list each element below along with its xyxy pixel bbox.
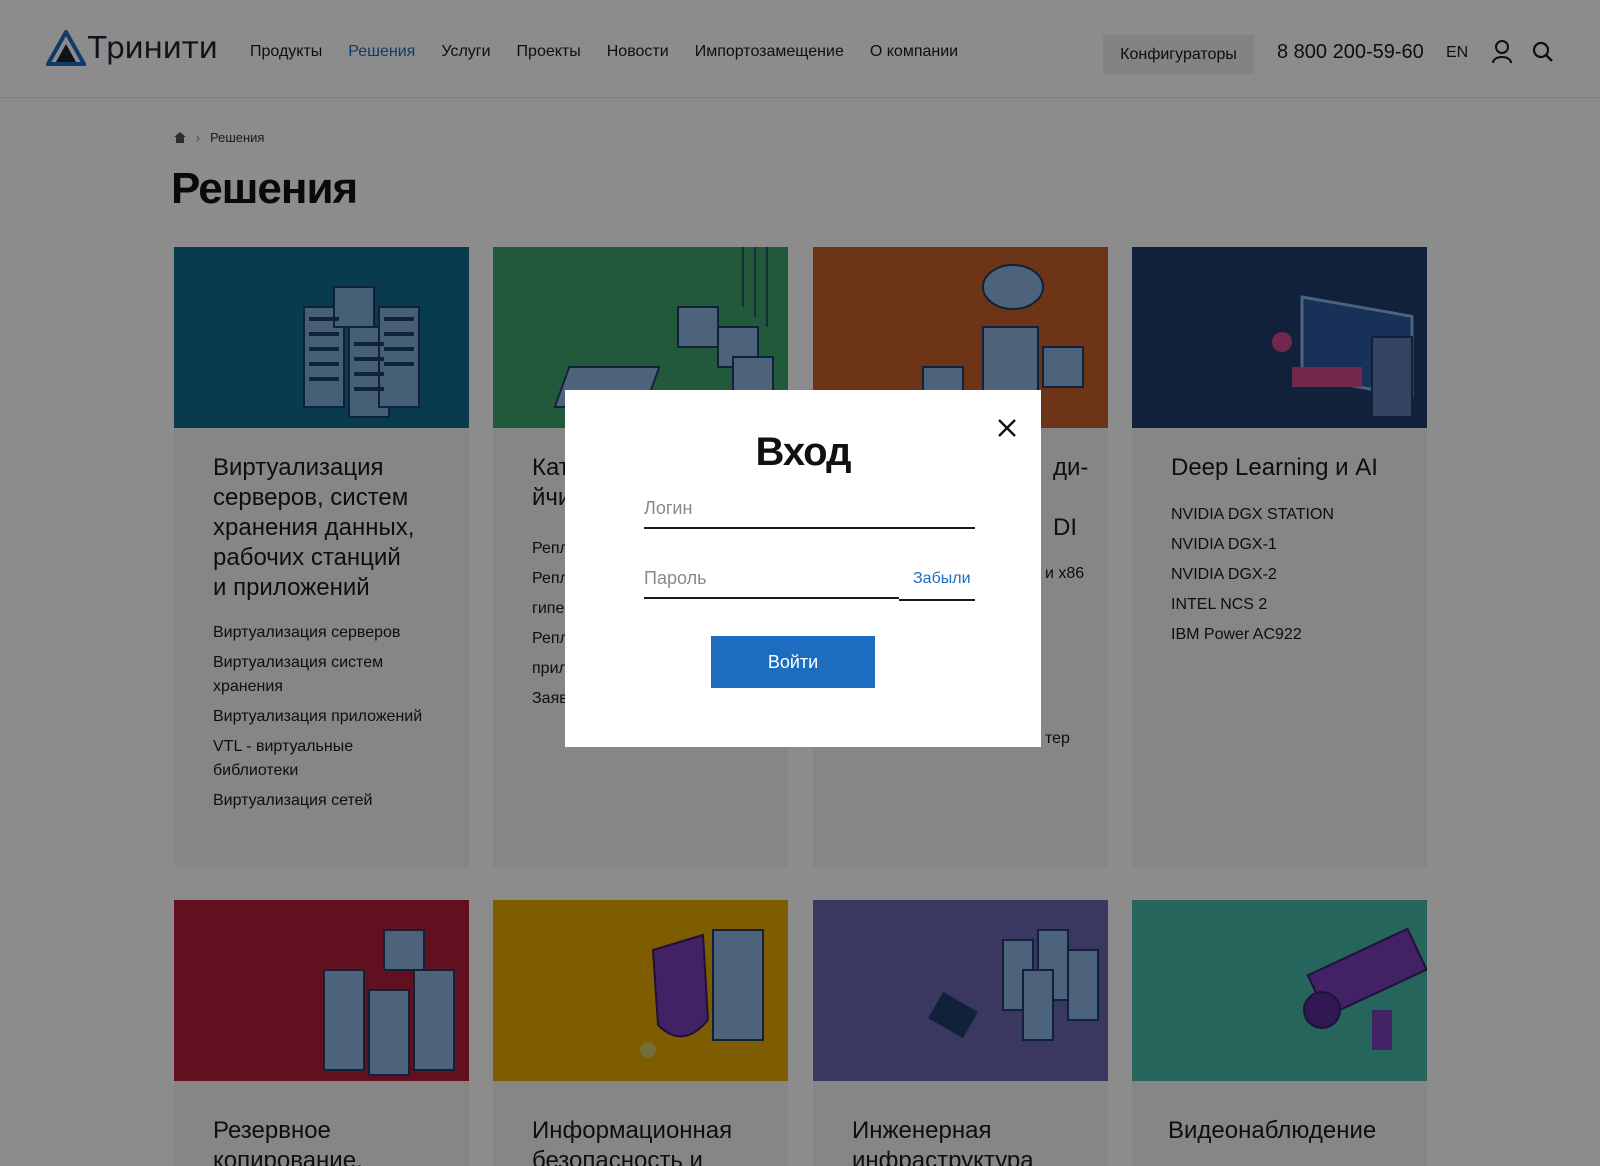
login-modal: Вход Забыли Войти: [565, 390, 1041, 747]
login-submit-button[interactable]: Войти: [711, 636, 875, 688]
password-input[interactable]: [644, 568, 899, 599]
modal-title: Вход: [755, 430, 852, 474]
login-input[interactable]: [644, 498, 975, 529]
forgot-password-link[interactable]: Забыли: [913, 570, 971, 588]
password-underline: [899, 599, 975, 601]
